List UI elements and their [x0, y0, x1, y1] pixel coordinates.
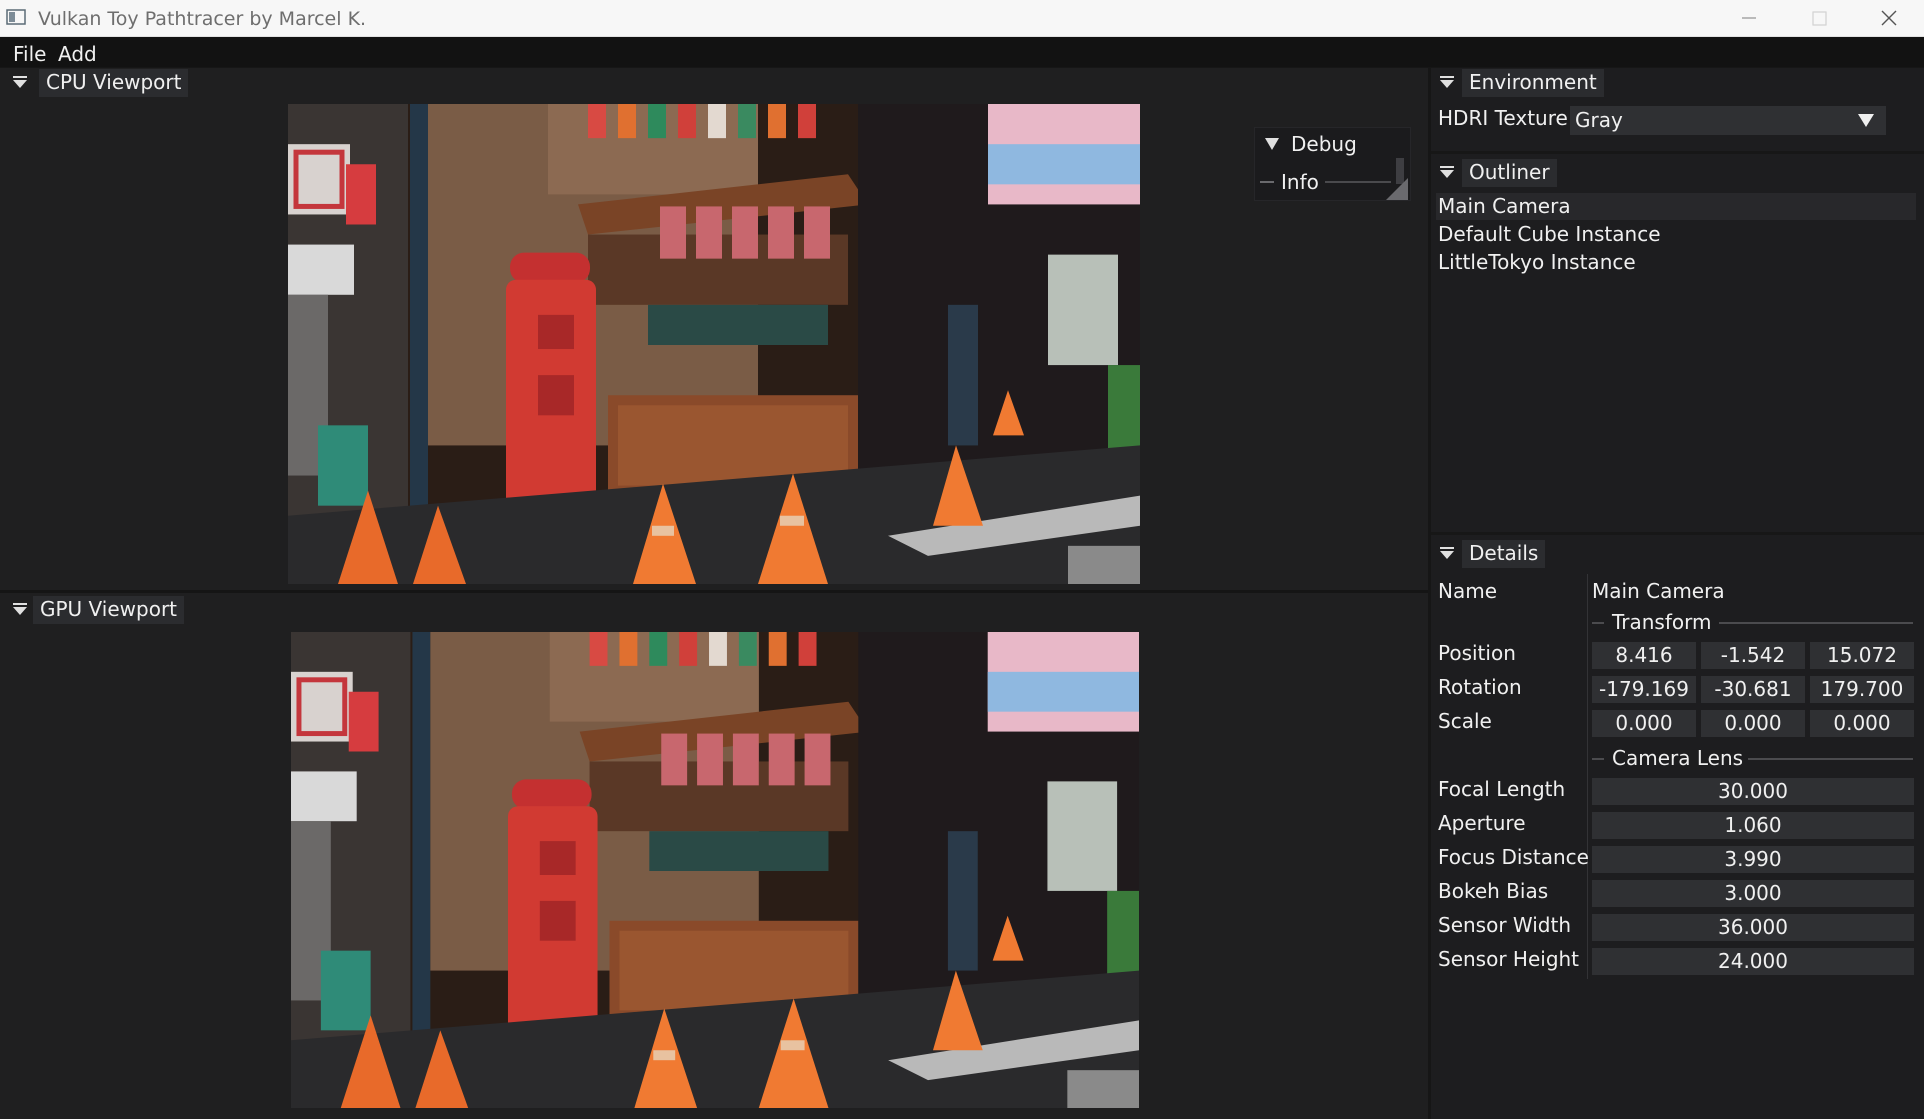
separator-line [1325, 181, 1391, 183]
environment-title: Environment [1462, 69, 1604, 97]
rotation-label: Rotation [1438, 675, 1522, 699]
collapse-triangle-icon [1440, 76, 1454, 88]
group-separator [1719, 622, 1913, 624]
viewport-splitter[interactable] [0, 590, 1428, 593]
position-label: Position [1438, 641, 1516, 665]
sensor-width-field[interactable]: 36.000 [1592, 914, 1914, 941]
window-title-bar: Vulkan Toy Pathtracer by Marcel K. [0, 0, 1924, 37]
focus-distance-field[interactable]: 3.990 [1592, 846, 1914, 873]
column-divider [1587, 574, 1588, 979]
focal-length-label: Focal Length [1438, 777, 1566, 801]
close-icon [1881, 10, 1897, 26]
outliner-item-label: Default Cube Instance [1438, 222, 1661, 246]
sensor-height-label: Sensor Height [1438, 947, 1580, 971]
collapse-triangle-icon [1265, 138, 1279, 150]
gpu-viewport-title: GPU Viewport [33, 596, 185, 624]
debug-window[interactable]: Debug Info [1254, 127, 1411, 201]
hdri-texture-combo[interactable]: Gray [1570, 106, 1886, 135]
collapse-triangle-icon [13, 76, 27, 88]
outliner-item-main-camera[interactable]: Main Camera [1436, 193, 1916, 220]
group-separator [1592, 622, 1604, 624]
menu-bar: File Add [0, 37, 1924, 68]
outliner-header[interactable]: Outliner [1431, 159, 1924, 187]
outliner-item-label: Main Camera [1438, 194, 1571, 218]
outliner-item-label: LittleTokyo Instance [1438, 250, 1636, 274]
outliner-item-littletokyo[interactable]: LittleTokyo Instance [1436, 249, 1916, 276]
scale-y-field[interactable]: 0.000 [1701, 710, 1805, 737]
app-icon [6, 9, 26, 25]
dropdown-arrow-icon [1858, 114, 1874, 127]
position-x-field[interactable]: 8.416 [1592, 642, 1696, 669]
hdri-texture-label: HDRI Texture [1438, 106, 1568, 130]
name-label: Name [1438, 579, 1498, 603]
rotation-x-field[interactable]: -179.169 [1592, 676, 1696, 703]
window-title: Vulkan Toy Pathtracer by Marcel K. [38, 8, 367, 30]
gpu-viewport-header[interactable]: GPU Viewport [0, 596, 1428, 624]
cpu-viewport-header[interactable]: CPU Viewport [0, 69, 1428, 97]
scale-label: Scale [1438, 709, 1492, 733]
name-value: Main Camera [1592, 579, 1725, 603]
group-separator [1592, 758, 1604, 760]
outliner-title: Outliner [1462, 159, 1557, 187]
minimize-button[interactable] [1714, 0, 1784, 36]
aperture-label: Aperture [1438, 811, 1526, 835]
position-y-field[interactable]: -1.542 [1701, 642, 1805, 669]
focus-distance-label: Focus Distance [1438, 845, 1589, 869]
camera-lens-title: Camera Lens [1612, 746, 1744, 770]
menu-add[interactable]: Add [58, 42, 97, 66]
transform-title: Transform [1612, 610, 1712, 634]
bokeh-bias-label: Bokeh Bias [1438, 879, 1549, 903]
resize-grip-icon[interactable] [1386, 178, 1408, 200]
aperture-field[interactable]: 1.060 [1592, 812, 1914, 839]
hdri-texture-value: Gray [1575, 108, 1623, 132]
position-z-field[interactable]: 15.072 [1810, 642, 1914, 669]
collapse-triangle-icon [13, 603, 27, 615]
environment-outliner-splitter[interactable] [1431, 151, 1924, 154]
maximize-icon [1812, 11, 1827, 26]
close-button[interactable] [1854, 0, 1924, 36]
outliner-item-default-cube[interactable]: Default Cube Instance [1436, 221, 1916, 248]
sensor-width-label: Sensor Width [1438, 913, 1572, 937]
details-title: Details [1462, 540, 1546, 568]
minimize-icon [1742, 17, 1756, 19]
cpu-render-image[interactable] [288, 104, 1140, 584]
group-separator [1748, 758, 1913, 760]
rotation-z-field[interactable]: 179.700 [1810, 676, 1914, 703]
cpu-viewport-title: CPU Viewport [39, 69, 189, 97]
debug-info-node[interactable]: Info [1281, 170, 1319, 194]
details-header[interactable]: Details [1431, 540, 1924, 568]
scale-z-field[interactable]: 0.000 [1810, 710, 1914, 737]
tree-line-icon [1260, 181, 1274, 183]
outliner-details-splitter[interactable] [1431, 532, 1924, 535]
collapse-triangle-icon [1440, 547, 1454, 559]
debug-title: Debug [1291, 132, 1357, 156]
rotation-y-field[interactable]: -30.681 [1701, 676, 1805, 703]
sensor-height-field[interactable]: 24.000 [1592, 948, 1914, 975]
collapse-triangle-icon [1440, 166, 1454, 178]
menu-file[interactable]: File [13, 42, 46, 66]
focal-length-field[interactable]: 30.000 [1592, 778, 1914, 805]
maximize-button[interactable] [1784, 0, 1854, 36]
environment-header[interactable]: Environment [1431, 69, 1924, 97]
gpu-render-image[interactable] [291, 632, 1139, 1108]
bokeh-bias-field[interactable]: 3.000 [1592, 880, 1914, 907]
scale-x-field[interactable]: 0.000 [1592, 710, 1696, 737]
